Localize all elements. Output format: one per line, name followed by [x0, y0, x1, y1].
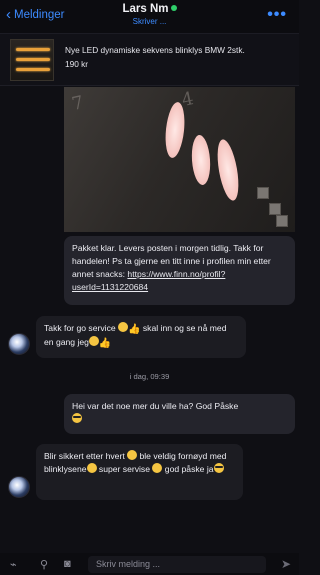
photo-scrawl: 7	[69, 92, 86, 115]
led-strip	[16, 68, 50, 71]
message-photo[interactable]: 7 4	[64, 87, 295, 232]
led-lens	[163, 101, 187, 159]
listing-thumbnail	[10, 39, 54, 81]
avatar[interactable]	[8, 333, 30, 355]
message-text: super servise	[96, 464, 153, 474]
led-lens	[190, 134, 212, 186]
contact-info[interactable]: Lars Nm Skriver ...	[0, 3, 299, 26]
message-text: Blir sikkert etter hvert	[44, 451, 128, 461]
message-input[interactable]: Skriv melding ...	[88, 556, 266, 573]
contact-name: Lars N	[122, 3, 159, 15]
smile-emoji-icon	[88, 336, 99, 346]
sunglasses-emoji-icon	[72, 413, 82, 423]
smile-emoji-icon	[127, 450, 138, 460]
message-composer: ⌁ ⚲ ◙ Skriv melding ... ➤	[0, 553, 299, 575]
more-dots-icon[interactable]: •••	[267, 6, 287, 24]
chat-header: ‹ Meldinger Lars Nm Skriver ... •••	[0, 0, 299, 34]
send-icon[interactable]: ➤	[281, 557, 291, 571]
listing-title: Nye LED dynamiske sekvens blinklys BMW 2…	[65, 45, 245, 55]
message-bubble-incoming[interactable]: Blir sikkert etter hvert ble veldig forn…	[36, 444, 243, 500]
photo-detail	[257, 187, 269, 199]
smile-emoji-icon	[86, 463, 97, 473]
listing-banner[interactable]: Nye LED dynamiske sekvens blinklys BMW 2…	[0, 34, 299, 86]
smile-emoji-icon	[152, 463, 163, 473]
message-text: Takk for go service	[44, 323, 119, 333]
thumbs-up-icon: 👍	[98, 338, 112, 349]
photo-detail	[276, 215, 288, 227]
contact-name-tail: m	[158, 3, 169, 15]
led-lens	[213, 137, 243, 203]
message-bubble-outgoing[interactable]: Pakket klar. Levers posten i morgen tidl…	[64, 236, 295, 305]
online-indicator	[170, 5, 177, 11]
sunglasses-emoji-icon	[213, 463, 224, 473]
paperclip-icon[interactable]: ⌁	[10, 558, 17, 571]
led-strip	[16, 48, 50, 51]
led-strip	[16, 58, 50, 61]
thumbs-up-icon: 👍	[128, 324, 141, 335]
location-pin-icon[interactable]: ⚲	[40, 558, 48, 571]
date-divider: i dag, 09:39	[129, 372, 170, 381]
typing-status: Skriver ...	[132, 17, 167, 26]
camera-icon[interactable]: ◙	[64, 558, 71, 570]
message-bubble-incoming[interactable]: Takk for go service 👍 skal inn og se nå …	[36, 316, 246, 358]
smile-emoji-icon	[118, 322, 129, 332]
message-text: god påske ja	[162, 464, 214, 474]
message-text: Hei var det noe mer du ville ha? God Pås…	[72, 401, 239, 411]
avatar[interactable]	[8, 476, 30, 498]
listing-price: 190 kr	[65, 59, 89, 69]
message-bubble-outgoing[interactable]: Hei var det noe mer du ville ha? God Pås…	[64, 394, 295, 434]
photo-detail	[269, 203, 281, 215]
